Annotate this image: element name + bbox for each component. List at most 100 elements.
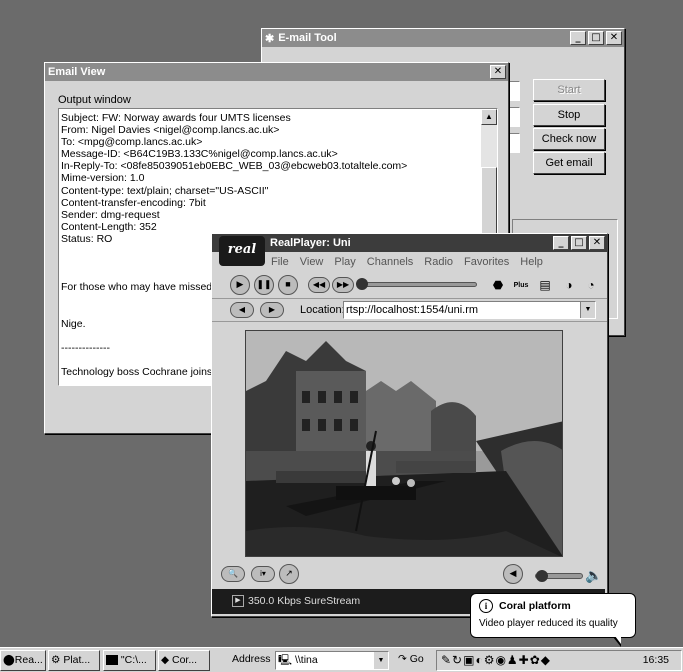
transport-controls: ▶ ❚❚ ■ ◀◀ ▶▶ ⬣ Plus ▤ ◑ ◔: [212, 272, 607, 298]
forward-icon[interactable]: ▶: [260, 302, 284, 318]
address-input[interactable]: 🖳 \\tina ▼: [275, 651, 389, 670]
clock: 16:35: [642, 654, 669, 666]
balloon-tail: [613, 636, 621, 647]
seek-bar[interactable]: [356, 278, 477, 290]
minimize-button[interactable]: _: [553, 236, 569, 250]
email-line: From: Nigel Davies <nigel@comp.lancs.ac.…: [61, 124, 280, 137]
menu-item-favorites[interactable]: Favorites: [464, 256, 509, 268]
check-now-button[interactable]: Check now: [533, 128, 605, 150]
menu-item-view[interactable]: View: [300, 256, 324, 268]
video-frame-image: [246, 331, 562, 556]
info-icon: i: [479, 599, 493, 613]
get-email-button[interactable]: Get email: [533, 152, 605, 174]
email-line: In-Reply-To: <08fe85039051eb0EBC_WEB_03@…: [61, 160, 408, 173]
email-line: To: <mpg@comp.lancs.ac.uk>: [61, 136, 203, 149]
taskbar-button-console[interactable]: "C:\...: [103, 650, 156, 671]
taskbar: ⬤Rea... ⚙ Plat... "C:\... ◆ Cor... Addre…: [0, 647, 683, 672]
email-view-title: Email View: [48, 66, 106, 78]
email-line: Content-type: text/plain; charset="US-AS…: [61, 184, 269, 197]
clip-icon: ▶: [232, 595, 244, 607]
plus-label: Plus: [513, 282, 529, 289]
system-tray: ✎↻▣◐⚙◉♟✚✿◆ 16:35: [436, 650, 682, 671]
maximize-button[interactable]: □: [571, 236, 587, 250]
location-input[interactable]: rtsp://localhost:1554/uni.rm ▼: [343, 301, 596, 319]
realplayer-menubar: File View Play Channels Radio Favorites Help: [212, 252, 607, 272]
menu-item-play[interactable]: Play: [334, 256, 355, 268]
stop-icon[interactable]: ■: [278, 275, 298, 295]
dropdown-arrow-icon[interactable]: ▼: [374, 652, 388, 669]
coral-icon: ◆: [161, 654, 170, 666]
taskbar-button-coral[interactable]: ◆ Cor...: [158, 650, 210, 671]
bandwidth-status: 350.0 Kbps SureStream: [248, 595, 361, 607]
email-line: Mime-version: 1.0: [61, 172, 145, 185]
computer-icon: 🖳: [278, 654, 293, 666]
dropdown-arrow-icon[interactable]: ▼: [580, 302, 595, 318]
email-line: Content-transfer-encoding: 7bit: [61, 196, 206, 209]
output-window-label: Output window: [58, 94, 131, 106]
video-display: [245, 330, 563, 557]
compass-icon[interactable]: ↗: [279, 564, 299, 584]
realplayer-window: real RealPlayer: Uni _ □ ✕ File View Play C…: [211, 233, 608, 617]
email-tool-title: E-mail Tool: [278, 32, 337, 44]
scroll-up-arrow-icon[interactable]: ▲: [481, 109, 497, 125]
start-button[interactable]: Start: [533, 79, 605, 101]
email-line: Sender: dmg-request: [61, 208, 160, 221]
taskbar-button-realplayer[interactable]: ⬤Rea...: [0, 650, 46, 671]
address-label: Address: [232, 653, 271, 665]
location-bar: ◀ ▶ Location: rtsp://localhost:1554/uni.…: [212, 298, 607, 322]
go-arrow-icon: ↷: [398, 653, 407, 665]
plus-icon[interactable]: Plus: [512, 276, 530, 294]
info-icon[interactable]: ◔: [582, 276, 600, 294]
tray-icons[interactable]: ✎↻▣◐⚙◉♟✚✿◆: [441, 653, 551, 667]
email-line: Subject: FW: Norway awards four UMTS lic…: [61, 112, 291, 124]
email-view-titlebar[interactable]: Email View ✕: [45, 63, 508, 81]
app-icon: ✱: [265, 32, 275, 45]
close-button[interactable]: ✕: [490, 65, 506, 79]
go-button[interactable]: ↷ Go: [398, 653, 424, 665]
rewind-icon[interactable]: ◀◀: [308, 277, 330, 293]
menu-item-file[interactable]: File: [271, 256, 289, 268]
minimize-button[interactable]: _: [570, 31, 586, 45]
maximize-button[interactable]: □: [588, 31, 604, 45]
close-button[interactable]: ✕: [606, 31, 622, 45]
console-icon: [106, 655, 118, 666]
menu-item-radio[interactable]: Radio: [424, 256, 453, 268]
notification-balloon[interactable]: i Coral platform Video player reduced it…: [470, 593, 636, 647]
volume-slider[interactable]: [535, 570, 583, 582]
email-line: Message-ID: <B64C19B3.133C%nigel@comp.la…: [61, 148, 338, 161]
task-label: Cor...: [172, 654, 198, 666]
volume-knob[interactable]: [536, 570, 548, 582]
mute-icon[interactable]: ◀: [503, 564, 523, 584]
realplayer-titlebar[interactable]: RealPlayer: Uni _ □ ✕: [212, 234, 607, 252]
balloon-message: Video player reduced its quality: [479, 618, 618, 629]
email-line: Content-Length: 352: [61, 220, 157, 233]
task-label: Plat...: [63, 654, 91, 666]
audio-icon[interactable]: ◑: [560, 276, 578, 294]
email-tool-titlebar[interactable]: ✱ E-mail Tool _ □ ✕: [262, 29, 624, 47]
back-icon[interactable]: ◀: [230, 302, 254, 318]
taskbar-button-platform[interactable]: ⚙ Plat...: [48, 650, 100, 671]
real-channel-icon[interactable]: ⬣: [489, 276, 507, 294]
address-value: \\tina: [294, 654, 318, 666]
clip-info-icon[interactable]: i▾: [251, 566, 275, 582]
realplayer-icon: ⬤: [3, 654, 15, 666]
location-value: rtsp://localhost:1554/uni.rm: [346, 304, 479, 316]
guide-icon[interactable]: ▤: [536, 276, 554, 294]
task-label: Rea...: [14, 654, 43, 666]
pause-icon[interactable]: ❚❚: [254, 275, 274, 295]
menu-item-channels[interactable]: Channels: [367, 256, 413, 268]
platform-icon: ⚙: [51, 654, 61, 666]
stop-button[interactable]: Stop: [533, 104, 605, 126]
task-label: "C:\...: [120, 654, 147, 666]
close-button[interactable]: ✕: [589, 236, 605, 250]
menu-item-help[interactable]: Help: [520, 256, 543, 268]
location-label: Location:: [300, 304, 345, 316]
scroll-thumb[interactable]: [481, 167, 497, 237]
realplayer-title: RealPlayer: Uni: [270, 237, 351, 249]
speaker-icon: 🔈: [585, 567, 603, 583]
fast-forward-icon[interactable]: ▶▶: [332, 277, 354, 293]
zoom-icon[interactable]: 🔍: [221, 566, 245, 582]
bottom-controls: 🔍 i▾ ↗ ◀ 🔈: [217, 564, 603, 588]
play-icon[interactable]: ▶: [230, 275, 250, 295]
seek-knob[interactable]: [356, 278, 368, 290]
